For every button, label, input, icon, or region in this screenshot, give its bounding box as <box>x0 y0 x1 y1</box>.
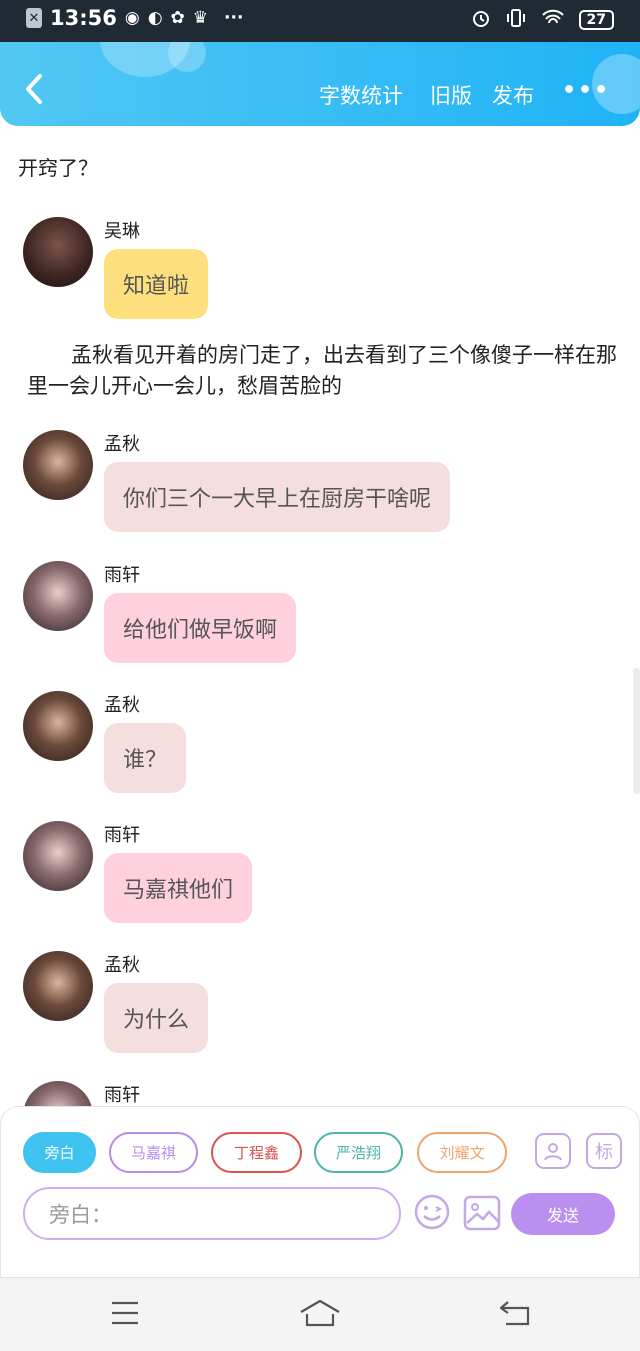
avatar[interactable] <box>23 691 93 761</box>
publish-button[interactable]: 发布 <box>492 80 534 110</box>
message-bubble[interactable]: 你们三个一大早上在厨房干啥呢 <box>104 462 451 532</box>
wifi-icon <box>541 9 565 31</box>
composer-panel: 旁白 马嘉祺 丁程鑫 严浩翔 刘耀文 标 旁白： 发送 <box>0 1106 640 1278</box>
previous-text: 开窍了？ <box>18 156 98 180</box>
home-icon[interactable] <box>298 1298 342 1328</box>
system-nav-bar <box>0 1278 640 1351</box>
sender-name: 雨轩 <box>104 565 140 586</box>
send-button[interactable]: 发送 <box>511 1193 615 1235</box>
avatar[interactable] <box>23 561 93 631</box>
avatar[interactable] <box>23 951 93 1021</box>
message-bubble[interactable]: 谁？ <box>104 723 187 793</box>
narration-text: 孟秋看见开着的房门走了，出去看到了三个像傻子一样在那里一会儿开心一会儿，愁眉苦脸… <box>27 343 617 398</box>
alarm-icon <box>471 8 491 32</box>
close-notification-icon: ✕ <box>26 8 42 28</box>
wechat-icon: ◉ <box>124 8 140 28</box>
back-icon[interactable] <box>20 72 48 106</box>
message-input[interactable]: 旁白： <box>23 1187 401 1240</box>
message-bubble[interactable]: 给他们做早饭啊 <box>104 593 297 663</box>
sender-name: 孟秋 <box>104 695 140 716</box>
word-count-button[interactable]: 字数统计 <box>319 80 403 110</box>
sender-name: 吴琳 <box>104 221 140 242</box>
back-icon[interactable] <box>498 1300 532 1326</box>
pinwheel-icon: ✿ <box>170 8 185 28</box>
message-bubble[interactable]: 为什么 <box>104 983 209 1053</box>
menu-icon[interactable] <box>110 1300 140 1326</box>
sender-name: 雨轩 <box>104 825 140 846</box>
character-card-icon[interactable] <box>535 1133 571 1169</box>
avatar[interactable] <box>23 217 93 287</box>
scrollbar[interactable] <box>633 668 640 794</box>
message-bubble[interactable]: 马嘉祺他们 <box>104 853 253 923</box>
avatar[interactable] <box>23 821 93 891</box>
clock: 13:56 <box>50 6 117 30</box>
role-chip-dingchengxin[interactable]: 丁程鑫 <box>211 1132 302 1173</box>
role-chip-narration[interactable]: 旁白 <box>23 1132 96 1173</box>
status-bar: ✕ 13:56 ◉ ◐ ✿ ♛ ··· 27 <box>0 0 640 42</box>
app-header: 字数统计 旧版 发布 ••• <box>0 42 640 126</box>
image-icon[interactable] <box>463 1195 501 1231</box>
old-version-button[interactable]: 旧版 <box>430 80 472 110</box>
more-horizontal-icon[interactable]: ••• <box>562 78 610 103</box>
role-chip-yanhaoxiang[interactable]: 严浩翔 <box>314 1132 403 1173</box>
avatar[interactable] <box>23 430 93 500</box>
battery-icon: 27 <box>578 10 614 30</box>
sender-name: 孟秋 <box>104 955 140 976</box>
crown-icon: ♛ <box>192 8 209 28</box>
emoji-icon[interactable] <box>413 1193 451 1231</box>
role-chip-majiaqi[interactable]: 马嘉祺 <box>109 1132 198 1173</box>
sender-name: 雨轩 <box>104 1085 140 1106</box>
sender-name: 孟秋 <box>104 434 140 455</box>
message-bubble[interactable]: 知道啦 <box>104 249 209 319</box>
more-dots-icon: ··· <box>224 8 244 28</box>
vibrate-icon <box>505 8 527 32</box>
role-chip-liuyaowen[interactable]: 刘耀文 <box>417 1132 507 1173</box>
browser-icon: ◐ <box>147 8 163 28</box>
tag-button[interactable]: 标 <box>586 1133 622 1169</box>
